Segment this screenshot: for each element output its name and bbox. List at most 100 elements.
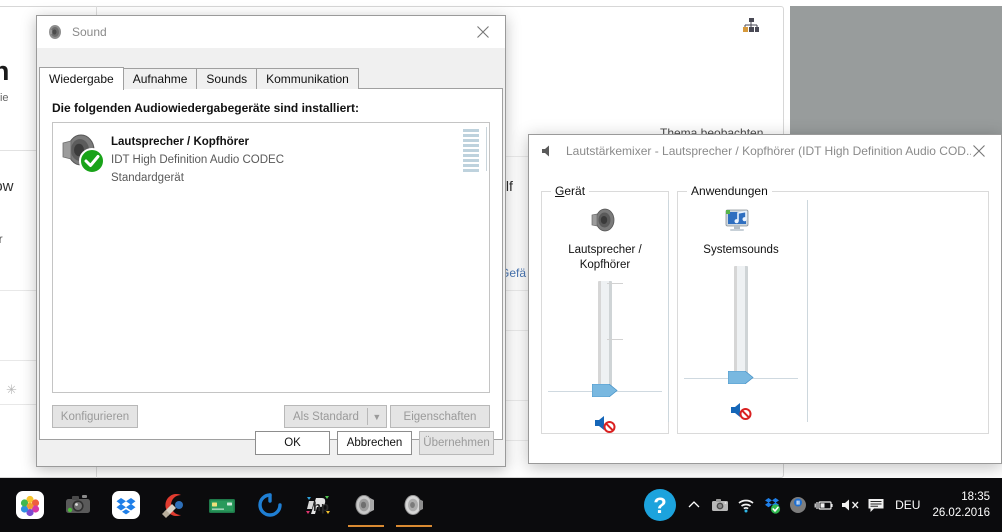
set-default-label: Als Standard xyxy=(293,410,359,423)
spinner-glyph xyxy=(255,490,285,520)
running-indicator xyxy=(396,525,432,527)
tab-aufnahme[interactable]: Aufnahme xyxy=(122,68,198,89)
device-volume-slider[interactable] xyxy=(548,281,662,399)
action-center-icon[interactable] xyxy=(863,478,889,532)
slider-track xyxy=(598,281,612,395)
speaker-icon xyxy=(59,129,105,175)
slider-tick-mid xyxy=(607,339,623,340)
speaker-icon xyxy=(47,24,63,40)
ok-button[interactable]: OK xyxy=(255,431,330,455)
dropbox-app-icon[interactable] xyxy=(102,481,150,529)
sitemap-icon[interactable] xyxy=(742,18,760,34)
hp-glyph: hp xyxy=(303,490,333,520)
sound-glyph xyxy=(351,490,381,520)
spinner-app-icon[interactable] xyxy=(246,481,294,529)
device-text-block: Lautsprecher / Kopfhörer IDT High Defini… xyxy=(111,129,284,186)
sound-dialog: Sound Wiedergabe Aufnahme Sounds Kommuni… xyxy=(36,15,506,467)
background-heading-fragment: ch xyxy=(0,56,10,86)
apply-button[interactable]: Übernehmen xyxy=(419,431,494,455)
volume-mixer-title: Lautstärkemixer - Lautsprecher / Kopfhör… xyxy=(566,144,971,158)
meter-divider xyxy=(486,127,487,171)
sound-dialog-titlebar[interactable]: Sound xyxy=(37,16,505,48)
slider-track xyxy=(734,266,748,380)
clock-time: 18:35 xyxy=(961,491,990,503)
volume-mixer-body: Gerät Lautsprecher / Kopfhörer Anwendung… xyxy=(529,167,1001,463)
loading-spinner-icon: ✳ xyxy=(6,382,17,397)
device-channel-label: Lautsprecher / Kopfhörer xyxy=(568,244,642,271)
playback-device-list[interactable]: Lautsprecher / Kopfhörer IDT High Defini… xyxy=(52,122,490,393)
tab-kommunikation[interactable]: Kommunikation xyxy=(256,68,359,89)
ccleaner-app-icon[interactable] xyxy=(150,481,198,529)
configure-button[interactable]: Konfigurieren xyxy=(52,405,138,428)
device-volume-channel: Lautsprecher / Kopfhörer xyxy=(548,192,662,433)
hp-app-icon[interactable]: hp xyxy=(294,481,342,529)
wallet-app-icon[interactable] xyxy=(198,481,246,529)
properties-button[interactable]: Eigenschaften xyxy=(390,405,490,428)
photos-glyph xyxy=(15,490,45,520)
sound-mixer-glyph xyxy=(399,490,429,520)
system-sounds-icon xyxy=(724,204,758,238)
camera-glyph xyxy=(63,490,93,520)
app-volume-slider[interactable] xyxy=(684,266,798,386)
ccleaner-glyph xyxy=(159,490,189,520)
clock[interactable]: 18:35 26.02.2016 xyxy=(930,489,998,521)
language-indicator[interactable]: DEU xyxy=(889,478,930,532)
dropbox-glyph xyxy=(111,490,141,520)
background-sub-fragment: Die xyxy=(0,92,9,104)
device-group: Gerät Lautsprecher / Kopfhörer xyxy=(541,184,669,434)
help-circle-icon[interactable]: ? xyxy=(639,478,681,532)
dropbox-tray-icon[interactable] xyxy=(759,478,785,532)
sound-dialog-tabs: Wiedergabe Aufnahme Sounds Kommunikation xyxy=(39,67,359,90)
wifi-icon[interactable] xyxy=(733,478,759,532)
screen: ch Die dow hr ✳ hilf Thema beobachten Ge… xyxy=(0,0,1002,532)
playback-devices-label: Die folgenden Audiowiedergabegeräte sind… xyxy=(52,101,359,115)
slider-thumb[interactable] xyxy=(727,370,754,385)
mute-speaker-icon[interactable] xyxy=(730,400,752,420)
speaker-icon xyxy=(540,143,556,159)
tab-sounds[interactable]: Sounds xyxy=(196,68,258,89)
mute-speaker-icon[interactable] xyxy=(594,413,616,433)
app-channel-label: Systemsounds xyxy=(703,244,779,256)
speaker-icon xyxy=(588,204,622,238)
photos-app-icon[interactable] xyxy=(6,481,54,529)
pause-circle-icon[interactable] xyxy=(785,478,811,532)
taskbar-apps: hp xyxy=(0,481,438,529)
list-item[interactable]: Lautsprecher / Kopfhörer IDT High Defini… xyxy=(53,123,489,184)
volume-muted-icon[interactable] xyxy=(837,478,863,532)
background-word-dow: dow xyxy=(0,178,14,195)
applications-group: Anwendungen Systemsounds xyxy=(677,184,989,434)
close-icon[interactable] xyxy=(957,135,1001,166)
dialog-buttons: OK Abbrechen Übernehmen xyxy=(255,431,494,455)
set-default-button[interactable]: Als Standard ▼ xyxy=(284,405,387,428)
applications-divider xyxy=(807,200,808,422)
sound-app-icon[interactable] xyxy=(342,481,390,529)
taskbar: hp ? DEU 18:35 26.02.2016 xyxy=(0,478,1002,532)
chevron-up-icon[interactable] xyxy=(681,478,707,532)
close-icon[interactable] xyxy=(461,16,505,47)
slider-tick-max xyxy=(607,283,623,284)
sound-dialog-body: Wiedergabe Aufnahme Sounds Kommunikation… xyxy=(37,48,505,466)
device-status: Standardgerät xyxy=(111,172,184,184)
cancel-button[interactable]: Abbrechen xyxy=(337,431,412,455)
volume-level-meter xyxy=(463,129,479,172)
clock-date: 26.02.2016 xyxy=(932,507,990,519)
camera-tray-icon[interactable] xyxy=(707,478,733,532)
sound-dialog-title: Sound xyxy=(72,25,107,39)
device-action-buttons: Konfigurieren Als Standard ▼ Eigenschaft… xyxy=(52,405,490,429)
battery-charging-icon[interactable] xyxy=(811,478,837,532)
wiedergabe-tab-panel: Die folgenden Audiowiedergabegeräte sind… xyxy=(39,88,503,440)
tab-wiedergabe[interactable]: Wiedergabe xyxy=(39,67,124,90)
device-name: Lautsprecher / Kopfhörer xyxy=(111,136,250,148)
device-description: IDT High Definition Audio CODEC xyxy=(111,154,284,166)
volume-mixer-titlebar[interactable]: Lautstärkemixer - Lautsprecher / Kopfhör… xyxy=(529,135,1001,167)
chevron-down-icon[interactable]: ▼ xyxy=(368,406,386,427)
sound-mixer-app-icon[interactable] xyxy=(390,481,438,529)
background-word-hr: hr xyxy=(0,232,3,246)
app-volume-channel-systemsounds: Systemsounds xyxy=(684,192,798,433)
wallet-glyph xyxy=(207,490,237,520)
running-indicator xyxy=(348,525,384,527)
volume-mixer-window: Lautstärkemixer - Lautsprecher / Kopfhör… xyxy=(528,134,1002,464)
slider-thumb[interactable] xyxy=(591,383,618,398)
camera-app-icon[interactable] xyxy=(54,481,102,529)
device-group-divider xyxy=(668,200,669,422)
